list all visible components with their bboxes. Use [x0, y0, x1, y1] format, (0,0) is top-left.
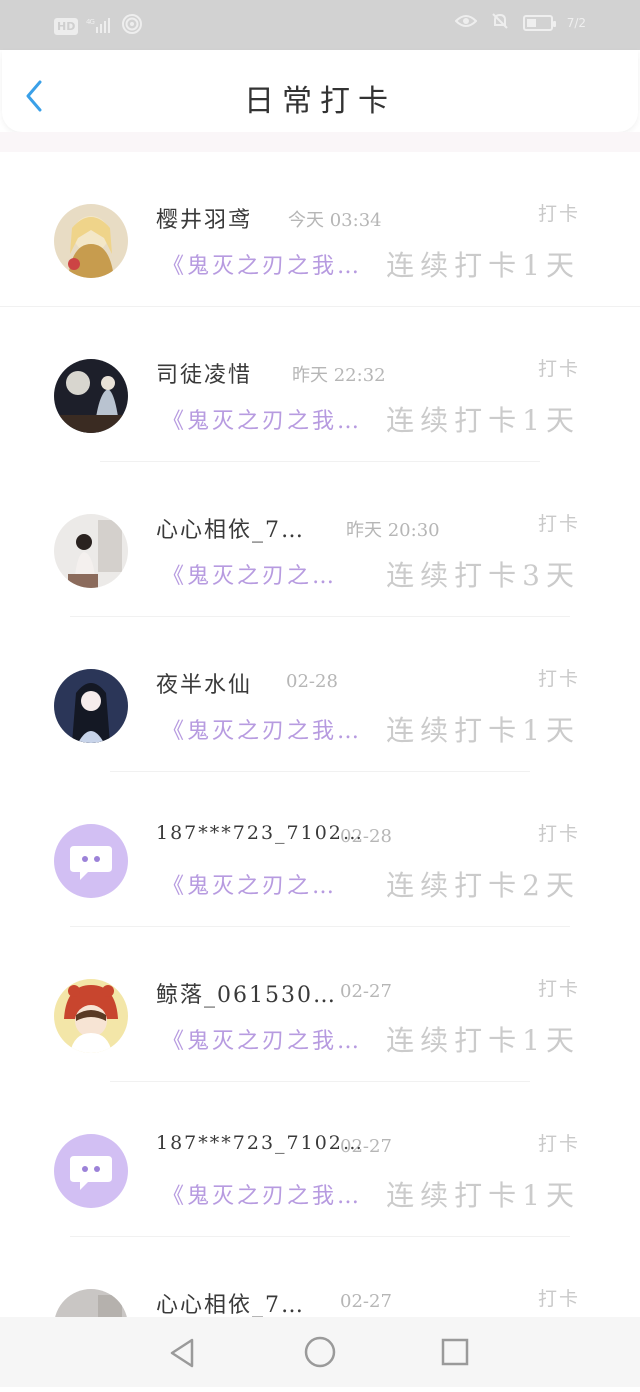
status-left: HD 4G	[54, 14, 143, 38]
checkin-list: 樱井羽鸢 今天 03:34 打卡 《鬼灭之刃之我… 连续打卡1天 司徒凌惜 昨天…	[0, 152, 640, 1392]
user-name: 187***723_7102…	[156, 822, 364, 844]
user-name: 心心相依_7…	[156, 518, 305, 543]
user-name: 心心相依_7…	[156, 1293, 305, 1318]
streak-text: 连续打卡1天	[386, 714, 580, 747]
avatar[interactable]	[54, 359, 128, 433]
hd-icon: HD	[54, 17, 79, 35]
streak-text: 连续打卡1天	[386, 1024, 580, 1057]
header-spacer	[0, 132, 640, 152]
checkin-label: 打卡	[537, 1133, 580, 1155]
user-name: 司徒凌惜	[156, 363, 253, 388]
group-name[interactable]: 《鬼灭之刃之我…	[162, 403, 362, 435]
checkin-time: 02-28	[286, 671, 338, 692]
header: 日常打卡	[2, 50, 638, 132]
checkin-label: 打卡	[537, 358, 580, 380]
list-item[interactable]: 夜半水仙 02-28 打卡 《鬼灭之刃之我… 连续打卡1天	[0, 617, 640, 772]
streak-text: 连续打卡1天	[386, 249, 580, 282]
page-title: 日常打卡	[244, 84, 396, 119]
list-item[interactable]: 司徒凌惜 昨天 22:32 打卡 《鬼灭之刃之我… 连续打卡1天	[0, 307, 640, 462]
checkin-time: 02-27	[340, 1291, 392, 1312]
list-item[interactable]: 樱井羽鸢 今天 03:34 打卡 《鬼灭之刃之我… 连续打卡1天	[0, 152, 640, 307]
group-name[interactable]: 《鬼灭之刃之我…	[162, 1023, 362, 1055]
checkin-label: 打卡	[537, 823, 580, 845]
avatar[interactable]	[54, 1134, 128, 1208]
streak-text: 连续打卡1天	[386, 1179, 580, 1212]
checkin-label: 打卡	[537, 978, 580, 1000]
checkin-label: 打卡	[537, 513, 580, 535]
status-right: 7/2	[454, 12, 586, 33]
default-avatar-icon	[54, 1134, 128, 1208]
default-avatar-icon	[54, 824, 128, 898]
network-label: 4G	[86, 18, 94, 26]
list-item[interactable]: 187***723_7102… 02-28 打卡 《鬼灭之刃之… 连续打卡2天	[0, 772, 640, 927]
streak-text: 连续打卡3天	[386, 559, 580, 592]
checkin-time: 今天 03:34	[288, 210, 382, 231]
hotspot-icon	[122, 14, 143, 38]
user-name: 鲸落_061530…	[156, 983, 337, 1008]
group-name[interactable]: 《鬼灭之刃之…	[162, 558, 337, 590]
nav-back-icon[interactable]	[168, 1337, 196, 1369]
avatar[interactable]	[54, 204, 128, 278]
group-name[interactable]: 《鬼灭之刃之我…	[162, 248, 362, 280]
avatar[interactable]	[54, 669, 128, 743]
group-name[interactable]: 《鬼灭之刃之我…	[162, 1178, 362, 1210]
group-name[interactable]: 《鬼灭之刃之我…	[162, 713, 362, 745]
checkin-time: 昨天 22:32	[292, 365, 386, 386]
streak-text: 连续打卡2天	[386, 869, 580, 902]
checkin-label: 打卡	[537, 203, 580, 225]
eye-icon	[454, 13, 478, 32]
nav-recents-icon[interactable]	[440, 1337, 470, 1367]
streak-text: 连续打卡1天	[386, 404, 580, 437]
avatar[interactable]	[54, 514, 128, 588]
checkin-label: 打卡	[537, 1288, 580, 1310]
group-name[interactable]: 《鬼灭之刃之…	[162, 868, 337, 900]
checkin-time: 昨天 20:30	[346, 520, 440, 541]
checkin-time: 02-27	[340, 1136, 392, 1157]
system-nav-bar	[0, 1317, 640, 1387]
nav-home-icon[interactable]	[303, 1335, 337, 1369]
avatar[interactable]	[54, 824, 128, 898]
checkin-time: 02-27	[340, 981, 392, 1002]
list-item[interactable]: 心心相依_7… 昨天 20:30 打卡 《鬼灭之刃之… 连续打卡3天	[0, 462, 640, 617]
list-item[interactable]: 187***723_7102… 02-27 打卡 《鬼灭之刃之我… 连续打卡1天	[0, 1082, 640, 1237]
checkin-label: 打卡	[537, 668, 580, 690]
status-bar: HD 4G 7/2	[0, 0, 640, 50]
battery-text: 7/2	[566, 15, 586, 30]
checkin-time: 02-28	[340, 826, 392, 847]
signal-icon: 4G	[86, 17, 114, 36]
user-name: 夜半水仙	[156, 673, 253, 698]
battery-icon	[522, 14, 556, 31]
mute-bell-icon	[491, 12, 509, 33]
user-name: 樱井羽鸢	[156, 208, 253, 233]
user-name: 187***723_7102…	[156, 1132, 364, 1154]
avatar[interactable]	[54, 979, 128, 1053]
list-item[interactable]: 鲸落_061530… 02-27 打卡 《鬼灭之刃之我… 连续打卡1天	[0, 927, 640, 1082]
